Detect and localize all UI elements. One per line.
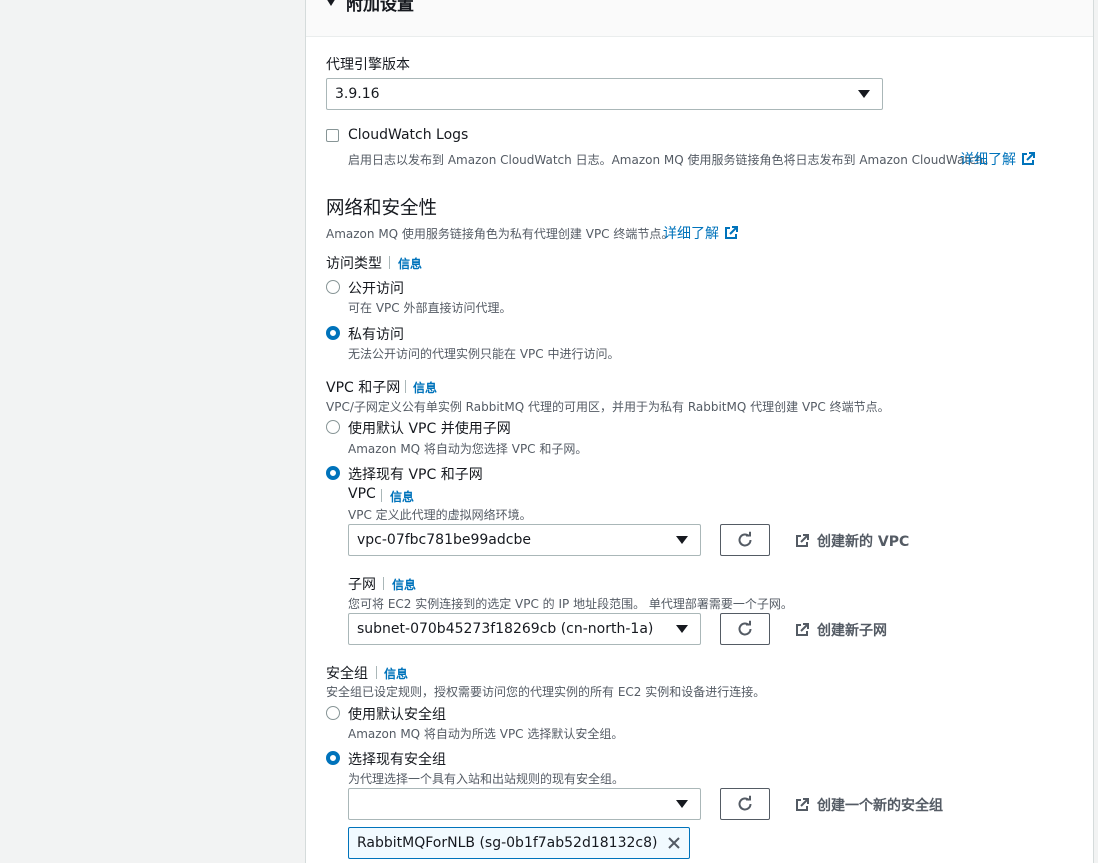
- public-access-label: 公开访问: [348, 281, 404, 297]
- subnet-select[interactable]: subnet-070b45273f18269cb (cn-north-1a): [348, 613, 701, 645]
- network-title: 网络和安全性: [326, 198, 438, 219]
- sg-refresh-button[interactable]: [720, 788, 770, 820]
- security-group-label: 安全组: [326, 666, 368, 682]
- external-link-icon: [796, 534, 809, 547]
- create-vpc-link[interactable]: 创建新的 VPC: [795, 531, 909, 551]
- vpc-refresh-button[interactable]: [720, 524, 770, 556]
- vpc-subnet-label: VPC 和子网: [326, 380, 401, 396]
- chevron-down-icon: [858, 90, 870, 98]
- engine-version-label: 代理引擎版本: [326, 57, 410, 73]
- vpc-desc: VPC 定义此代理的虚拟网络环境。: [348, 508, 532, 522]
- chevron-down-icon: [676, 625, 688, 633]
- private-access-label: 私有访问: [348, 327, 404, 343]
- create-vpc-text: 创建新的 VPC: [817, 534, 910, 550]
- cloudwatch-desc: 启用日志以发布到 Amazon CloudWatch 日志。Amazon MQ …: [348, 153, 996, 167]
- radio-existing-vpc[interactable]: [326, 466, 340, 480]
- create-sg-link[interactable]: 创建一个新的安全组: [795, 795, 943, 815]
- security-desc: 安全组已设定规则，授权需要访问您的代理实例的所有 EC2 实例和设备进行连接。: [326, 685, 766, 699]
- divider: [383, 577, 384, 590]
- subnet-refresh-button[interactable]: [720, 613, 770, 645]
- cloudwatch-label: CloudWatch Logs: [348, 127, 469, 143]
- vpc-value: vpc-07fbc781be99adcbe: [357, 532, 531, 548]
- radio-existing-sg[interactable]: [326, 751, 340, 765]
- default-sg-desc: Amazon MQ 将自动为所选 VPC 选择默认安全组。: [348, 727, 624, 741]
- external-link-icon: [796, 798, 809, 811]
- security-group-select[interactable]: [348, 788, 701, 820]
- radio-private-access[interactable]: [326, 326, 340, 340]
- public-access-desc: 可在 VPC 外部直接访问代理。: [348, 301, 512, 315]
- selected-sg-token: RabbitMQForNLB (sg-0b1f7ab52d18132c8): [348, 827, 691, 859]
- divider: [405, 380, 406, 393]
- existing-vpc-label: 选择现有 VPC 和子网: [348, 467, 483, 483]
- cloudwatch-checkbox[interactable]: [326, 129, 339, 142]
- vpc-select[interactable]: vpc-07fbc781be99adcbe: [348, 524, 701, 556]
- learn-more-text: 详细了解: [663, 226, 719, 242]
- default-sg-label: 使用默认安全组: [348, 707, 446, 723]
- subnet-label: 子网: [348, 577, 376, 593]
- existing-sg-desc: 为代理选择一个具有入站和出站规则的现有安全组。: [348, 772, 625, 786]
- create-subnet-text: 创建新子网: [817, 623, 887, 639]
- refresh-icon: [738, 795, 752, 811]
- security-info-link[interactable]: 信息: [384, 665, 408, 682]
- private-access-desc: 无法公开访问的代理实例只能在 VPC 中进行访问。: [348, 347, 620, 361]
- divider: [376, 666, 377, 679]
- vpc-subnet-info-link[interactable]: 信息: [413, 379, 437, 396]
- external-link-icon: [725, 226, 738, 239]
- network-desc: Amazon MQ 使用服务链接角色为私有代理创建 VPC 终端节点。: [326, 227, 674, 241]
- divider: [381, 489, 382, 502]
- divider: [389, 256, 390, 269]
- default-vpc-label: 使用默认 VPC 并使用子网: [348, 421, 511, 437]
- selected-sg-token-label: RabbitMQForNLB (sg-0b1f7ab52d18132c8): [357, 835, 658, 851]
- section-header[interactable]: 附加设置: [306, 0, 1093, 37]
- learn-more-text: 详细了解: [960, 152, 1016, 168]
- subnet-info-link[interactable]: 信息: [392, 576, 416, 593]
- additional-settings-panel: 附加设置 代理引擎版本 3.9.16 CloudWatch Logs 启用日志以…: [305, 0, 1094, 863]
- external-link-icon: [1022, 152, 1035, 165]
- radio-default-sg[interactable]: [326, 706, 340, 720]
- refresh-icon: [738, 620, 752, 636]
- vpc-info-link[interactable]: 信息: [390, 488, 414, 505]
- vpc-label: VPC: [348, 486, 376, 502]
- engine-version-value: 3.9.16: [335, 86, 380, 102]
- radio-public-access[interactable]: [326, 280, 340, 294]
- access-type-label: 访问类型: [326, 256, 382, 272]
- subnet-value: subnet-070b45273f18269cb (cn-north-1a): [357, 621, 654, 637]
- default-vpc-desc: Amazon MQ 将自动为您选择 VPC 和子网。: [348, 442, 588, 456]
- existing-sg-label: 选择现有安全组: [348, 752, 446, 768]
- vpc-subnet-desc: VPC/子网定义公有单实例 RabbitMQ 代理的可用区，并用于为私有 Rab…: [326, 400, 890, 414]
- access-info-link[interactable]: 信息: [398, 255, 422, 272]
- cloudwatch-learn-more-link[interactable]: 详细了解: [960, 149, 1035, 169]
- network-learn-more-link[interactable]: 详细了解: [663, 223, 738, 243]
- subnet-desc: 您可将 EC2 实例连接到的选定 VPC 的 IP 地址段范围。 单代理部署需要…: [348, 597, 793, 611]
- refresh-icon: [738, 531, 752, 547]
- create-sg-text: 创建一个新的安全组: [817, 798, 943, 814]
- section-title: 附加设置: [346, 0, 414, 15]
- chevron-down-icon: [676, 800, 688, 808]
- caret-down-icon: [326, 0, 336, 6]
- engine-version-select[interactable]: 3.9.16: [326, 78, 883, 110]
- chevron-down-icon: [676, 536, 688, 544]
- close-icon[interactable]: [667, 836, 681, 850]
- create-subnet-link[interactable]: 创建新子网: [795, 620, 887, 640]
- external-link-icon: [796, 623, 809, 636]
- radio-default-vpc[interactable]: [326, 420, 340, 434]
